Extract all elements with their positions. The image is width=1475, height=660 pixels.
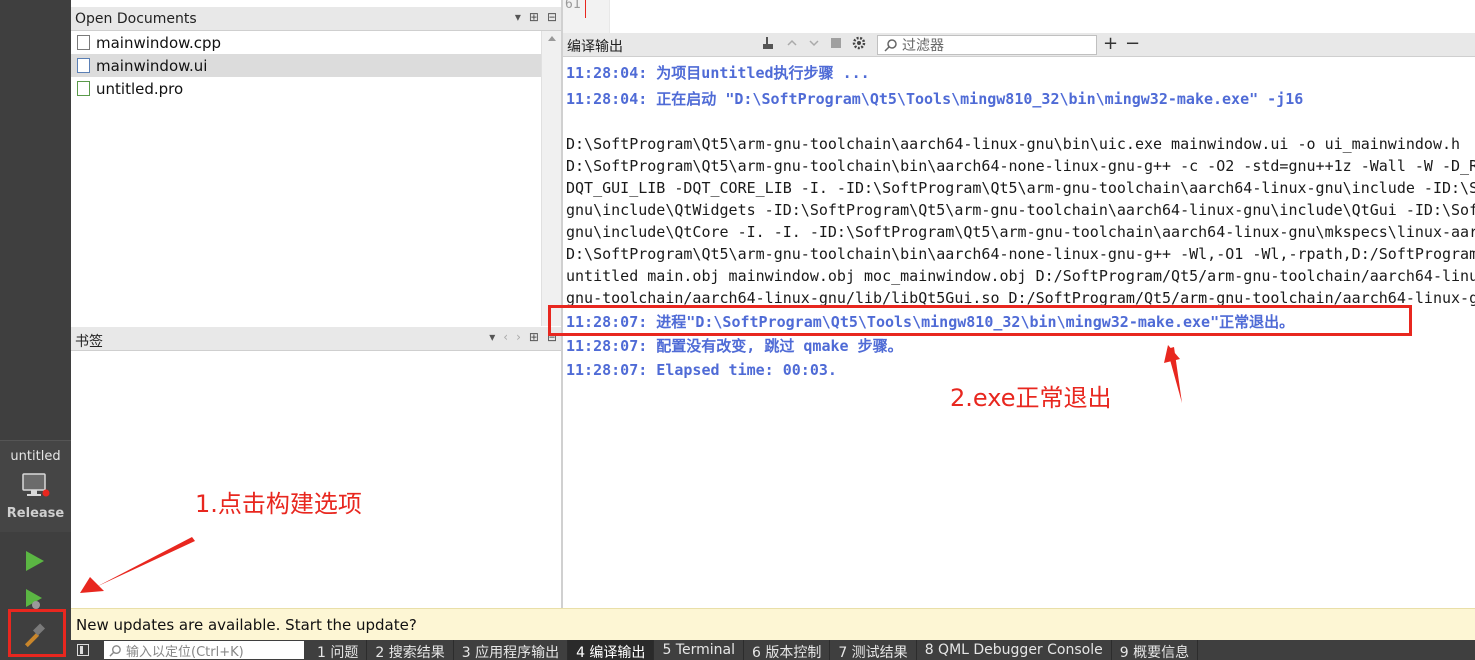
scroll-up-icon[interactable]: [542, 32, 562, 46]
file-item-untitled-pro[interactable]: untitled.pro: [71, 77, 541, 100]
log-line: D:\SoftProgram\Qt5\arm-gnu-toolchain\aar…: [566, 135, 1461, 153]
log-line: 11:28:04: 为项目untitled执行步骤 ...: [566, 64, 870, 82]
filter-placeholder: 过滤器: [902, 38, 944, 54]
bookmarks-title: 书签: [75, 334, 103, 350]
update-message: New updates are available. Start the upd…: [76, 616, 417, 634]
zoom-in-icon[interactable]: +: [1103, 33, 1118, 54]
log-line: 11:28:07: 配置没有改变, 跳过 qmake 步骤。: [566, 337, 903, 355]
ui-file-icon: [77, 58, 90, 73]
log-line: gnu\include\QtCore -I. -I. -ID:\SoftProg…: [566, 223, 1475, 241]
line-number-gutter: 61: [563, 0, 609, 33]
status-bar: 输入以定位(Ctrl+K) 1 问题 2 搜索结果 3 应用程序输出 4 编译输出 5 …: [71, 640, 1475, 660]
log-line: D:\SoftProgram\Qt5\arm-gnu-toolchain\bin…: [566, 245, 1475, 263]
annotation-exe-exit: 2.exe正常退出: [950, 384, 1112, 412]
locator-placeholder: 输入以定位(Ctrl+K): [126, 644, 244, 660]
chevron-down-icon[interactable]: ▾: [489, 330, 495, 344]
log-line: DQT_GUI_LIB -DQT_CORE_LIB -I. -ID:\SoftP…: [566, 179, 1475, 197]
output-tab[interactable]: 7 测试结果: [830, 640, 917, 660]
output-tab[interactable]: 5 Terminal: [654, 640, 744, 660]
arrow-annotation-build: [80, 537, 195, 593]
output-tab[interactable]: 8 QML Debugger Console: [917, 640, 1112, 660]
project-target-selector[interactable]: untitled Release: [0, 440, 71, 532]
monitor-icon: [22, 473, 50, 497]
build-config-label: Release: [6, 506, 65, 521]
log-line: 11:28:07: Elapsed time: 00:03.: [566, 361, 837, 379]
output-tab[interactable]: 3 应用程序输出: [454, 640, 569, 660]
toggle-sidebar-icon[interactable]: [77, 644, 89, 656]
chevron-up-icon[interactable]: [786, 37, 798, 49]
open-documents-header: Open Documents ▾ ⊞ ⊟: [71, 7, 561, 31]
file-item-mainwindow-cpp[interactable]: mainwindow.cpp: [71, 31, 541, 54]
play-icon[interactable]: [22, 549, 46, 573]
project-name: untitled: [10, 449, 61, 464]
file-name: mainwindow.cpp: [96, 33, 222, 52]
output-tab[interactable]: 1 问题: [309, 640, 368, 660]
line-number: 61: [565, 0, 581, 12]
clear-output-icon[interactable]: [760, 35, 776, 51]
file-name: mainwindow.ui: [96, 56, 208, 75]
output-tab[interactable]: 4 编译输出: [568, 640, 655, 660]
build-button-highlight: [8, 609, 66, 657]
exit-line-highlight: [548, 305, 1412, 336]
stop-icon[interactable]: [830, 37, 842, 49]
compile-output-header: 编译输出 过滤器 + −: [563, 33, 1475, 57]
log-line: gnu\include\QtWidgets -ID:\SoftProgram\Q…: [566, 201, 1475, 219]
open-documents-title: Open Documents: [75, 11, 197, 27]
file-item-mainwindow-ui[interactable]: mainwindow.ui: [71, 54, 541, 77]
file-name: untitled.pro: [96, 79, 184, 98]
search-icon: [884, 39, 897, 52]
text-cursor: [585, 0, 586, 18]
close-pane-icon[interactable]: ⊟: [547, 10, 557, 24]
output-tab[interactable]: 6 版本控制: [744, 640, 831, 660]
locator-input[interactable]: 输入以定位(Ctrl+K): [104, 641, 304, 660]
split-icon[interactable]: ⊞: [529, 10, 539, 24]
open-documents-scrollbar[interactable]: [541, 31, 561, 326]
output-pane-tabs: 1 问题 2 搜索结果 3 应用程序输出 4 编译输出 5 Terminal 6 版本控制…: [309, 640, 1199, 660]
log-line: 11:28:04: 正在启动 "D:\SoftProgram\Qt5\Tools…: [566, 90, 1304, 108]
debug-play-icon[interactable]: [22, 587, 46, 611]
update-notification-bar[interactable]: New updates are available. Start the upd…: [71, 608, 1475, 640]
open-documents-list: mainwindow.cpp mainwindow.ui untitled.pr…: [71, 31, 541, 326]
log-line: D:\SoftProgram\Qt5\arm-gnu-toolchain\bin…: [566, 157, 1475, 175]
filter-input[interactable]: 过滤器: [877, 35, 1097, 55]
zoom-out-icon[interactable]: −: [1125, 33, 1140, 54]
split-icon[interactable]: ⊞: [529, 330, 539, 344]
search-icon: [109, 644, 121, 657]
prev-icon[interactable]: ‹: [503, 330, 508, 344]
next-icon[interactable]: ›: [516, 330, 521, 344]
bookmarks-header: 书签 ▾ ‹ › ⊞ ⊟: [71, 327, 561, 351]
chevron-down-icon[interactable]: ▾: [515, 10, 521, 24]
mode-bar: untitled Release: [0, 0, 71, 660]
chevron-down-icon[interactable]: [808, 37, 820, 49]
compile-output-title: 编译输出: [567, 39, 623, 55]
cpp-file-icon: [77, 35, 90, 50]
gear-icon[interactable]: [852, 36, 866, 50]
arrow-annotation-exe: [1164, 345, 1182, 403]
code-editor[interactable]: 61: [563, 0, 1475, 33]
annotation-click-build: 1.点击构建选项: [195, 490, 362, 518]
pro-file-icon: [77, 81, 90, 96]
log-line: untitled main.obj mainwindow.obj moc_mai…: [566, 267, 1475, 285]
editor-margin: [609, 0, 610, 33]
output-tab[interactable]: 9 概要信息: [1112, 640, 1199, 660]
output-tab[interactable]: 2 搜索结果: [367, 640, 454, 660]
